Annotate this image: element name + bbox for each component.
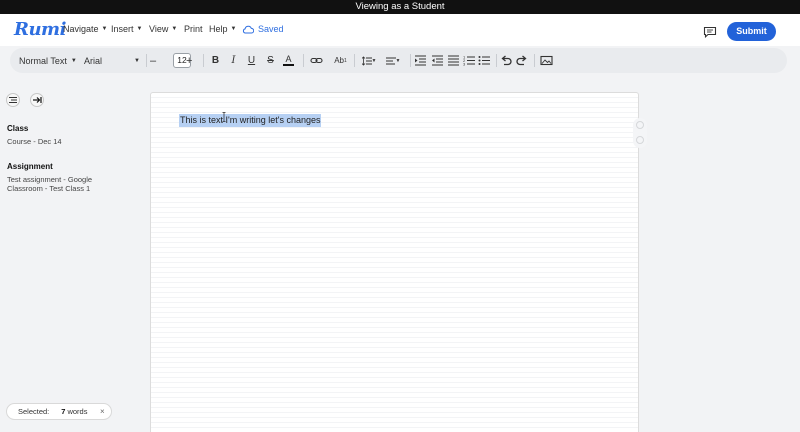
align-icon[interactable]: ▼ [384, 54, 402, 67]
chevron-down-icon: ▼ [101, 26, 108, 32]
class-value: Course - Dec 14 [7, 137, 62, 146]
strikethrough-icon[interactable]: S [264, 54, 277, 67]
formatting-toolbar: Normal Text ▼ Arial ▼ – 12 + B I U S A A… [10, 48, 787, 73]
indent-icon[interactable] [414, 54, 427, 67]
outdent-icon[interactable] [431, 54, 444, 67]
collapse-sidebar-button[interactable] [30, 93, 44, 107]
chevron-down-icon: ▼ [171, 26, 178, 32]
floating-action-rail [633, 118, 647, 148]
submit-button[interactable]: Submit [727, 22, 776, 41]
menu-navigate[interactable]: Navigate ▼ [63, 24, 107, 34]
outline-icon [9, 97, 17, 103]
text-color-icon[interactable]: A [282, 54, 295, 67]
top-bar: Rumi Navigate ▼ Insert ▼ View ▼ Print He… [0, 14, 800, 46]
assignment-value: Test assignment - Google Classroom - Tes… [7, 175, 93, 193]
cloud-check-icon [242, 25, 254, 33]
menu-view-label: View [149, 24, 169, 34]
document-page[interactable] [150, 92, 639, 432]
saved-label: Saved [258, 24, 284, 34]
numbered-list-icon[interactable]: 123 [463, 54, 476, 67]
assignment-heading: Assignment [7, 162, 53, 171]
menu-navigate-label: Navigate [63, 24, 99, 34]
line-spacing-icon[interactable]: ▼ [360, 54, 378, 67]
menu-help-label: Help [209, 24, 228, 34]
chevron-down-icon: ▼ [136, 26, 143, 32]
close-icon[interactable]: × [100, 407, 105, 416]
chevron-down-icon: ▼ [134, 57, 140, 64]
font-family-value: Arial [84, 55, 103, 66]
toolbar-divider [146, 54, 147, 67]
toggle-outline-button[interactable] [6, 93, 20, 107]
toolbar-divider [410, 54, 411, 67]
toolbar-divider [303, 54, 304, 67]
saved-status: Saved [242, 24, 284, 34]
toolbar-divider [534, 54, 535, 67]
toolbar-divider [354, 54, 355, 67]
menu-view[interactable]: View ▼ [149, 24, 177, 34]
image-icon[interactable] [540, 54, 553, 67]
text-cursor-icon [222, 112, 226, 122]
undo-icon[interactable] [500, 54, 513, 67]
svg-text:3: 3 [463, 62, 466, 67]
italic-icon[interactable]: I [227, 54, 240, 67]
paragraph-style-select[interactable]: Normal Text ▼ [19, 48, 77, 73]
chevron-down-icon: ▼ [70, 57, 77, 64]
increase-font-size-button[interactable]: + [186, 48, 192, 73]
class-heading: Class [7, 124, 29, 133]
decrease-font-size-button[interactable]: – [150, 48, 156, 73]
paragraph-style-value: Normal Text [19, 55, 67, 66]
redo-icon[interactable] [515, 54, 528, 67]
toolbar-divider [203, 54, 204, 67]
font-family-select[interactable]: Arial ▼ [84, 48, 140, 73]
comment-icon[interactable] [703, 26, 717, 38]
add-emoji-icon[interactable] [636, 136, 644, 144]
viewing-as-student-banner: Viewing as a Student [0, 0, 800, 14]
menu-print-label: Print [184, 24, 203, 34]
add-comment-icon[interactable] [636, 121, 644, 129]
underline-icon[interactable]: U [245, 54, 258, 67]
menu-insert-label: Insert [111, 24, 134, 34]
bullet-list-icon[interactable] [478, 54, 491, 67]
align-justify-icon[interactable] [447, 54, 460, 67]
menu-help[interactable]: Help ▼ [209, 24, 236, 34]
selected-label: Selected: [18, 407, 50, 416]
rumi-logo[interactable]: Rumi [14, 19, 66, 40]
menu-print[interactable]: Print [184, 24, 203, 34]
link-icon[interactable] [310, 54, 323, 67]
menu-insert[interactable]: Insert ▼ [111, 24, 142, 34]
chevron-down-icon: ▼ [230, 26, 237, 32]
selection-word-count: Selected: 7 words × [6, 403, 112, 420]
selected-count: 7 [61, 407, 66, 416]
bold-icon[interactable]: B [209, 54, 222, 67]
selected-unit: words [67, 407, 88, 416]
toolbar-divider [496, 54, 497, 67]
spellcheck-icon[interactable]: Ab 1 [334, 54, 347, 67]
selected-document-text[interactable]: This is text I'm writing let's changes [179, 114, 322, 127]
arrow-right-bar-icon [32, 97, 42, 103]
